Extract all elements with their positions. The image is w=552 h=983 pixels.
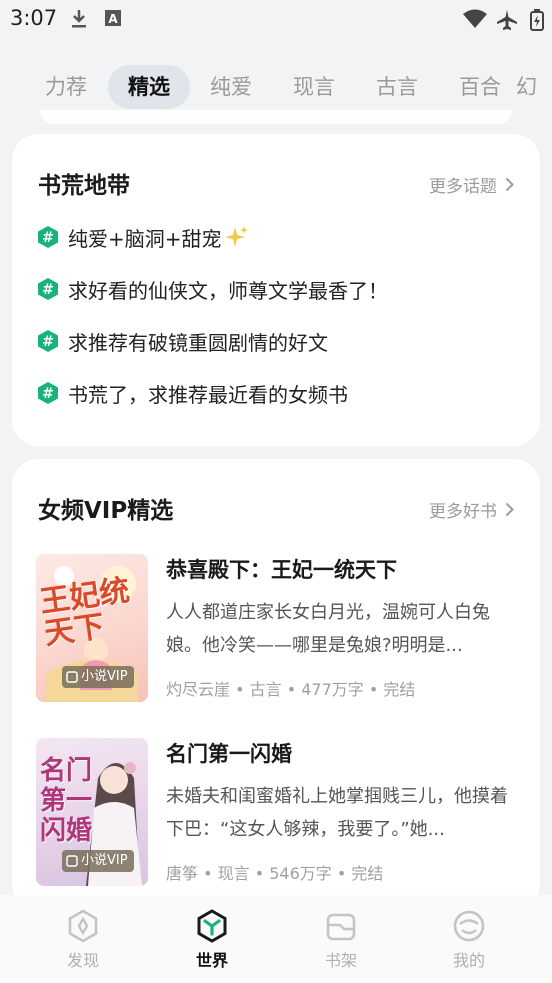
topic-item[interactable]: # 书荒了，求推荐最近看的女频书 <box>36 378 348 408</box>
vip-badge: 小说VIP <box>62 666 134 688</box>
more-topics-label: 更多话题 <box>429 177 497 197</box>
svg-text:#: # <box>42 334 54 350</box>
topics-card-title: 书荒地带 <box>38 173 130 199</box>
nav-world[interactable]: 世界 <box>167 909 257 971</box>
sparkle-icon <box>224 226 248 247</box>
hashtag-icon: # <box>38 382 58 404</box>
tab-pure-love[interactable]: 纯爱 <box>190 65 272 109</box>
book-cover[interactable]: 名门第一闪婚 小说VIP <box>36 738 148 886</box>
book-title: 名门第一闪婚 <box>166 742 292 766</box>
svg-text:#: # <box>42 386 54 402</box>
book-title: 恭喜殿下：王妃一统天下 <box>166 558 397 582</box>
world-icon <box>197 909 227 943</box>
book-meta: 唐筝 • 现言 • 546万字 • 完结 <box>166 864 384 883</box>
more-books-link[interactable]: 更多好书 <box>429 497 514 522</box>
book-item[interactable]: 王妃统天下 小说VIP 恭喜殿下：王妃一统天下 人人都道庄家长女白月光，温婉可人… <box>36 554 516 704</box>
nav-profile[interactable]: 我的 <box>424 909 514 971</box>
hashtag-icon: # <box>38 330 58 352</box>
vip-card-title: 女频VIP精选 <box>38 498 174 524</box>
battery-charging-icon <box>530 9 544 31</box>
topic-text: 纯爱+脑洞+甜宠 <box>68 226 222 251</box>
more-books-label: 更多好书 <box>429 502 497 522</box>
cover-title-art: 名门第一闪婚 <box>40 756 93 846</box>
topic-text: 求好看的仙侠文，师尊文学最香了！ <box>68 278 388 303</box>
tab-recommended[interactable]: 力荐 <box>25 65 107 109</box>
svg-text:A: A <box>108 12 118 26</box>
tab-yuri[interactable]: 百合 <box>439 65 521 109</box>
topics-card: 书荒地带 更多话题 # 纯爱+脑洞+甜宠 # 求好看的仙侠文，师尊文学最香了！ … <box>12 134 540 446</box>
nav-discover[interactable]: 发现 <box>38 909 128 971</box>
chevron-right-icon <box>505 502 514 517</box>
hashtag-icon: # <box>38 278 58 300</box>
vip-badge-label: 小说VIP <box>81 853 128 868</box>
book-description: 人人都道庄家长女白月光，温婉可人白兔娘。他冷笑——哪里是兔娘?明明是... <box>166 602 490 656</box>
topic-item[interactable]: # 纯爱+脑洞+甜宠 <box>36 222 250 252</box>
book-badge-icon <box>66 671 78 683</box>
topic-text: 求推荐有破镜重圆剧情的好文 <box>68 330 328 355</box>
bottom-nav: 发现 世界 书架 我的 <box>0 895 552 983</box>
vip-badge: 小说VIP <box>62 850 134 872</box>
bookshelf-icon <box>326 913 356 941</box>
vip-badge-label: 小说VIP <box>81 669 128 684</box>
tab-fantasy[interactable]: 幻 <box>516 65 552 109</box>
topic-item[interactable]: # 求推荐有破镜重圆剧情的好文 <box>36 326 328 356</box>
download-icon <box>72 10 86 28</box>
svg-text:#: # <box>42 282 54 298</box>
book-badge-icon <box>66 855 78 867</box>
status-time: 3:07 <box>10 6 58 30</box>
previous-card-edge <box>40 110 512 124</box>
category-tabs: 力荐 精选 纯爱 现言 古言 百合 幻 <box>0 62 552 112</box>
tab-featured[interactable]: 精选 <box>108 65 190 109</box>
discover-icon <box>68 909 98 943</box>
nav-label: 世界 <box>195 951 228 970</box>
tab-ancient-romance[interactable]: 古言 <box>356 65 438 109</box>
status-bar: 3:07 A <box>0 0 552 40</box>
book-cover[interactable]: 王妃统天下 小说VIP <box>36 554 148 702</box>
nav-label: 书架 <box>324 951 357 970</box>
svg-text:#: # <box>42 230 54 246</box>
airplane-mode-icon <box>497 10 517 30</box>
nav-bookshelf[interactable]: 书架 <box>296 909 386 971</box>
tab-modern-romance[interactable]: 现言 <box>273 65 355 109</box>
topic-item[interactable]: # 求好看的仙侠文，师尊文学最香了！ <box>36 274 388 304</box>
book-description: 未婚夫和闺蜜婚礼上她掌掴贱三儿，他摸着下巴：“这女人够辣，我要了。”她... <box>166 786 508 840</box>
app-notification-icon: A <box>105 10 121 26</box>
vip-books-card: 女频VIP精选 更多好书 王妃统天下 小说VIP 恭喜殿下：王妃一统天下 人人都… <box>12 459 540 909</box>
wifi-icon <box>463 9 487 28</box>
book-item[interactable]: 名门第一闪婚 小说VIP 名门第一闪婚 未婚夫和闺蜜婚礼上她掌掴贱三儿，他摸着下… <box>36 738 516 888</box>
topic-text: 书荒了，求推荐最近看的女频书 <box>68 382 348 407</box>
hashtag-icon: # <box>38 226 58 248</box>
more-topics-link[interactable]: 更多话题 <box>429 172 514 197</box>
chevron-right-icon <box>505 177 514 192</box>
nav-label: 发现 <box>66 951 99 970</box>
book-meta: 灼尽云崖 • 古言 • 477万字 • 完结 <box>166 680 416 699</box>
profile-icon <box>453 910 485 942</box>
nav-label: 我的 <box>452 951 485 970</box>
